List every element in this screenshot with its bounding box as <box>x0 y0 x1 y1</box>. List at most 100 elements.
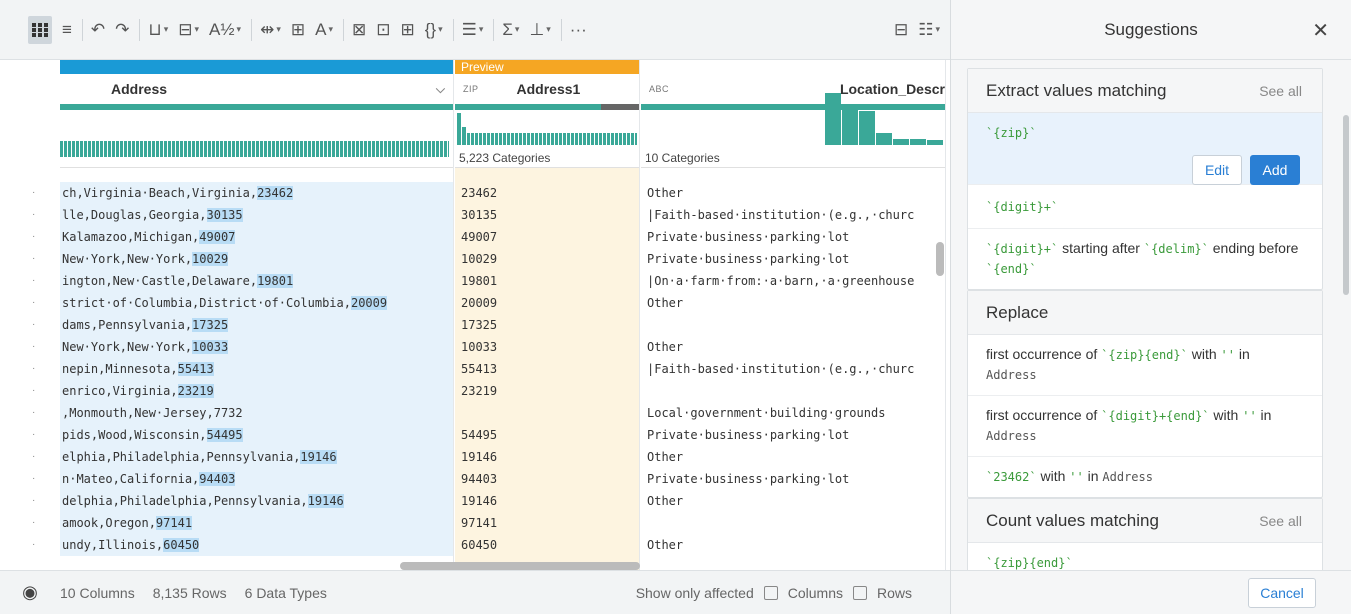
table-row[interactable]: ington,New·Castle,Delaware,19801 <box>60 270 453 292</box>
see-all-link[interactable]: See all <box>1259 513 1302 529</box>
restructure-icon[interactable]: ⊥ ▾ <box>529 16 550 44</box>
table-cell[interactable] <box>641 380 945 402</box>
table-row[interactable]: New·York,New·York,10033 <box>60 336 453 358</box>
table-cell[interactable]: Local·government·building·grounds <box>641 402 945 424</box>
table-cell[interactable]: 94403 <box>455 468 639 490</box>
suggestion-replace-zip[interactable]: first occurrence of `{zip}{end}` with ''… <box>968 335 1322 396</box>
table-cell[interactable]: Private·business·parking·lot <box>641 424 945 446</box>
table-cell[interactable]: 19146 <box>455 490 639 512</box>
rename-icon[interactable]: A½ ▾ <box>209 16 241 44</box>
suggestion-extract-zip[interactable]: `{zip}` Edit Add <box>968 113 1322 185</box>
table-row[interactable]: pids,Wood,Wisconsin,54495 <box>60 424 453 446</box>
table-cell[interactable]: 10033 <box>455 336 639 358</box>
suggestion-replace-digit[interactable]: first occurrence of `{digit}+{end}` with… <box>968 396 1322 457</box>
column-header[interactable]: Address ⌵ <box>60 74 453 104</box>
table-cell[interactable]: |Faith-based·institution·(e.g.,·churc <box>641 358 945 380</box>
table-row[interactable]: lle,Douglas,Georgia,30135 <box>60 204 453 226</box>
table-cell[interactable]: 20009 <box>455 292 639 314</box>
column-type-icon[interactable]: ⊔ ▾ <box>148 16 168 44</box>
table-row[interactable]: dams,Pennsylvania,17325 <box>60 314 453 336</box>
vertical-scrollbar[interactable] <box>936 242 944 276</box>
table-row[interactable]: ,Monmouth,New·Jersey,7732 <box>60 402 453 424</box>
histogram[interactable]: 5,223 Categories <box>455 110 639 168</box>
eye-icon[interactable]: ◉ <box>0 582 60 603</box>
columns-checkbox[interactable] <box>763 585 778 600</box>
redo-icon[interactable]: ↷ <box>115 16 129 44</box>
table-row[interactable]: enrico,Virginia,23219 <box>60 380 453 402</box>
json-icon[interactable]: {} ▾ <box>425 16 443 44</box>
table-row[interactable]: nepin,Minnesota,55413 <box>60 358 453 380</box>
filter-icon[interactable]: ☰ ▾ <box>462 16 484 44</box>
horizontal-scrollbar[interactable] <box>400 562 640 570</box>
table-cell[interactable]: 19801 <box>455 270 639 292</box>
table-cell[interactable]: 30135 <box>455 204 639 226</box>
table-row[interactable]: Kalamazoo,Michigan,49007 <box>60 226 453 248</box>
close-icon[interactable]: ✕ <box>1312 18 1329 43</box>
histogram[interactable] <box>60 110 453 168</box>
table-cell[interactable]: 23462 <box>455 182 639 204</box>
suggestion-replace-literal[interactable]: `23462` with '' in Address <box>968 457 1322 497</box>
more-icon[interactable]: ··· <box>570 16 587 44</box>
table-cell[interactable]: Private·business·parking·lot <box>641 248 945 270</box>
unnest-icon[interactable]: ⊡ <box>376 16 390 44</box>
table-cell[interactable] <box>641 314 945 336</box>
table-cell[interactable]: 97141 <box>455 512 639 534</box>
cancel-button[interactable]: Cancel <box>1248 578 1316 608</box>
table-cell[interactable]: Other <box>641 336 945 358</box>
table-cell[interactable]: Private·business·parking·lot <box>641 468 945 490</box>
nest-icon[interactable]: ⊠ <box>352 16 366 44</box>
column-address1[interactable]: Preview ZIP Address1 5,223 Categories 23… <box>455 60 640 570</box>
undo-icon[interactable]: ↶ <box>91 16 105 44</box>
table-row[interactable]: amook,Oregon,97141 <box>60 512 453 534</box>
suggestion-count-zip[interactable]: `{zip}{end}` <box>968 543 1322 570</box>
merge-icon[interactable]: ⊞ <box>291 16 305 44</box>
table-cell[interactable]: Other <box>641 182 945 204</box>
column-location-descr[interactable]: ABC Location_Descr 10 Categories Other |F… <box>641 60 946 570</box>
aggregate-icon[interactable]: Σ ▾ <box>502 16 519 44</box>
histogram[interactable]: 10 Categories <box>641 93 945 168</box>
table-row[interactable]: New·York,New·York,10029 <box>60 248 453 270</box>
table-row[interactable]: n·Mateo,California,94403 <box>60 468 453 490</box>
column-header[interactable]: ZIP Address1 <box>455 74 639 104</box>
table-cell[interactable]: 55413 <box>455 358 639 380</box>
table-cell[interactable]: 10029 <box>455 248 639 270</box>
table-cell[interactable]: Other <box>641 534 945 556</box>
table-icon[interactable]: ⊟ <box>894 16 908 44</box>
table-row[interactable]: elphia,Philadelphia,Pennsylvania,19146 <box>60 446 453 468</box>
table-cell[interactable]: |On·a·farm·from:·a·barn,·a·greenhouse <box>641 270 945 292</box>
move-icon[interactable]: ⇹ ▾ <box>260 16 281 44</box>
table-cell[interactable]: 19146 <box>455 446 639 468</box>
table-cell[interactable]: 54495 <box>455 424 639 446</box>
pivot-icon[interactable]: ⊞ <box>400 16 414 44</box>
table-row[interactable]: undy,Illinois,60450 <box>60 534 453 556</box>
settings-icon[interactable]: ☷ ▾ <box>918 16 940 44</box>
table-cell[interactable]: 49007 <box>455 226 639 248</box>
table-cell[interactable]: Private·business·parking·lot <box>641 226 945 248</box>
table-row[interactable]: ch,Virginia·Beach,Virginia,23462 <box>60 182 453 204</box>
table-row[interactable]: delphia,Philadelphia,Pennsylvania,19146 <box>60 490 453 512</box>
column-address[interactable]: Address ⌵ ch,Virginia·Beach,Virginia,234… <box>60 60 454 570</box>
suggestion-extract-digit[interactable]: `{digit}+` <box>968 185 1322 229</box>
table-cell[interactable]: Other <box>641 446 945 468</box>
suggestion-extract-digit-delim[interactable]: `{digit}+` starting after `{delim}` endi… <box>968 229 1322 289</box>
table-cell[interactable]: Other <box>641 490 945 512</box>
see-all-link[interactable]: See all <box>1259 83 1302 99</box>
table-cell[interactable] <box>641 512 945 534</box>
table-cell[interactable] <box>455 402 639 424</box>
edit-button[interactable]: Edit <box>1192 155 1242 185</box>
list-view-icon[interactable]: ≡ <box>62 16 72 44</box>
table-cell[interactable]: Other <box>641 292 945 314</box>
grid-view-icon[interactable] <box>28 15 52 44</box>
text-format-icon[interactable]: A ▾ <box>315 16 333 44</box>
column-header[interactable]: ABC Location_Descr <box>641 74 945 104</box>
add-button[interactable]: Add <box>1250 155 1300 185</box>
table-cell[interactable]: |Faith-based·institution·(e.g.,·churc <box>641 204 945 226</box>
table-row[interactable]: strict·of·Columbia,District·of·Columbia,… <box>60 292 453 314</box>
table-cell[interactable]: 23219 <box>455 380 639 402</box>
table-cell[interactable]: 60450 <box>455 534 639 556</box>
split-icon[interactable]: ⊟ ▾ <box>178 16 199 44</box>
table-cell[interactable]: 17325 <box>455 314 639 336</box>
rows-checkbox[interactable] <box>852 585 867 600</box>
panel-scrollbar[interactable] <box>1343 115 1349 295</box>
chevron-down-icon[interactable]: ⌵ <box>436 82 445 97</box>
